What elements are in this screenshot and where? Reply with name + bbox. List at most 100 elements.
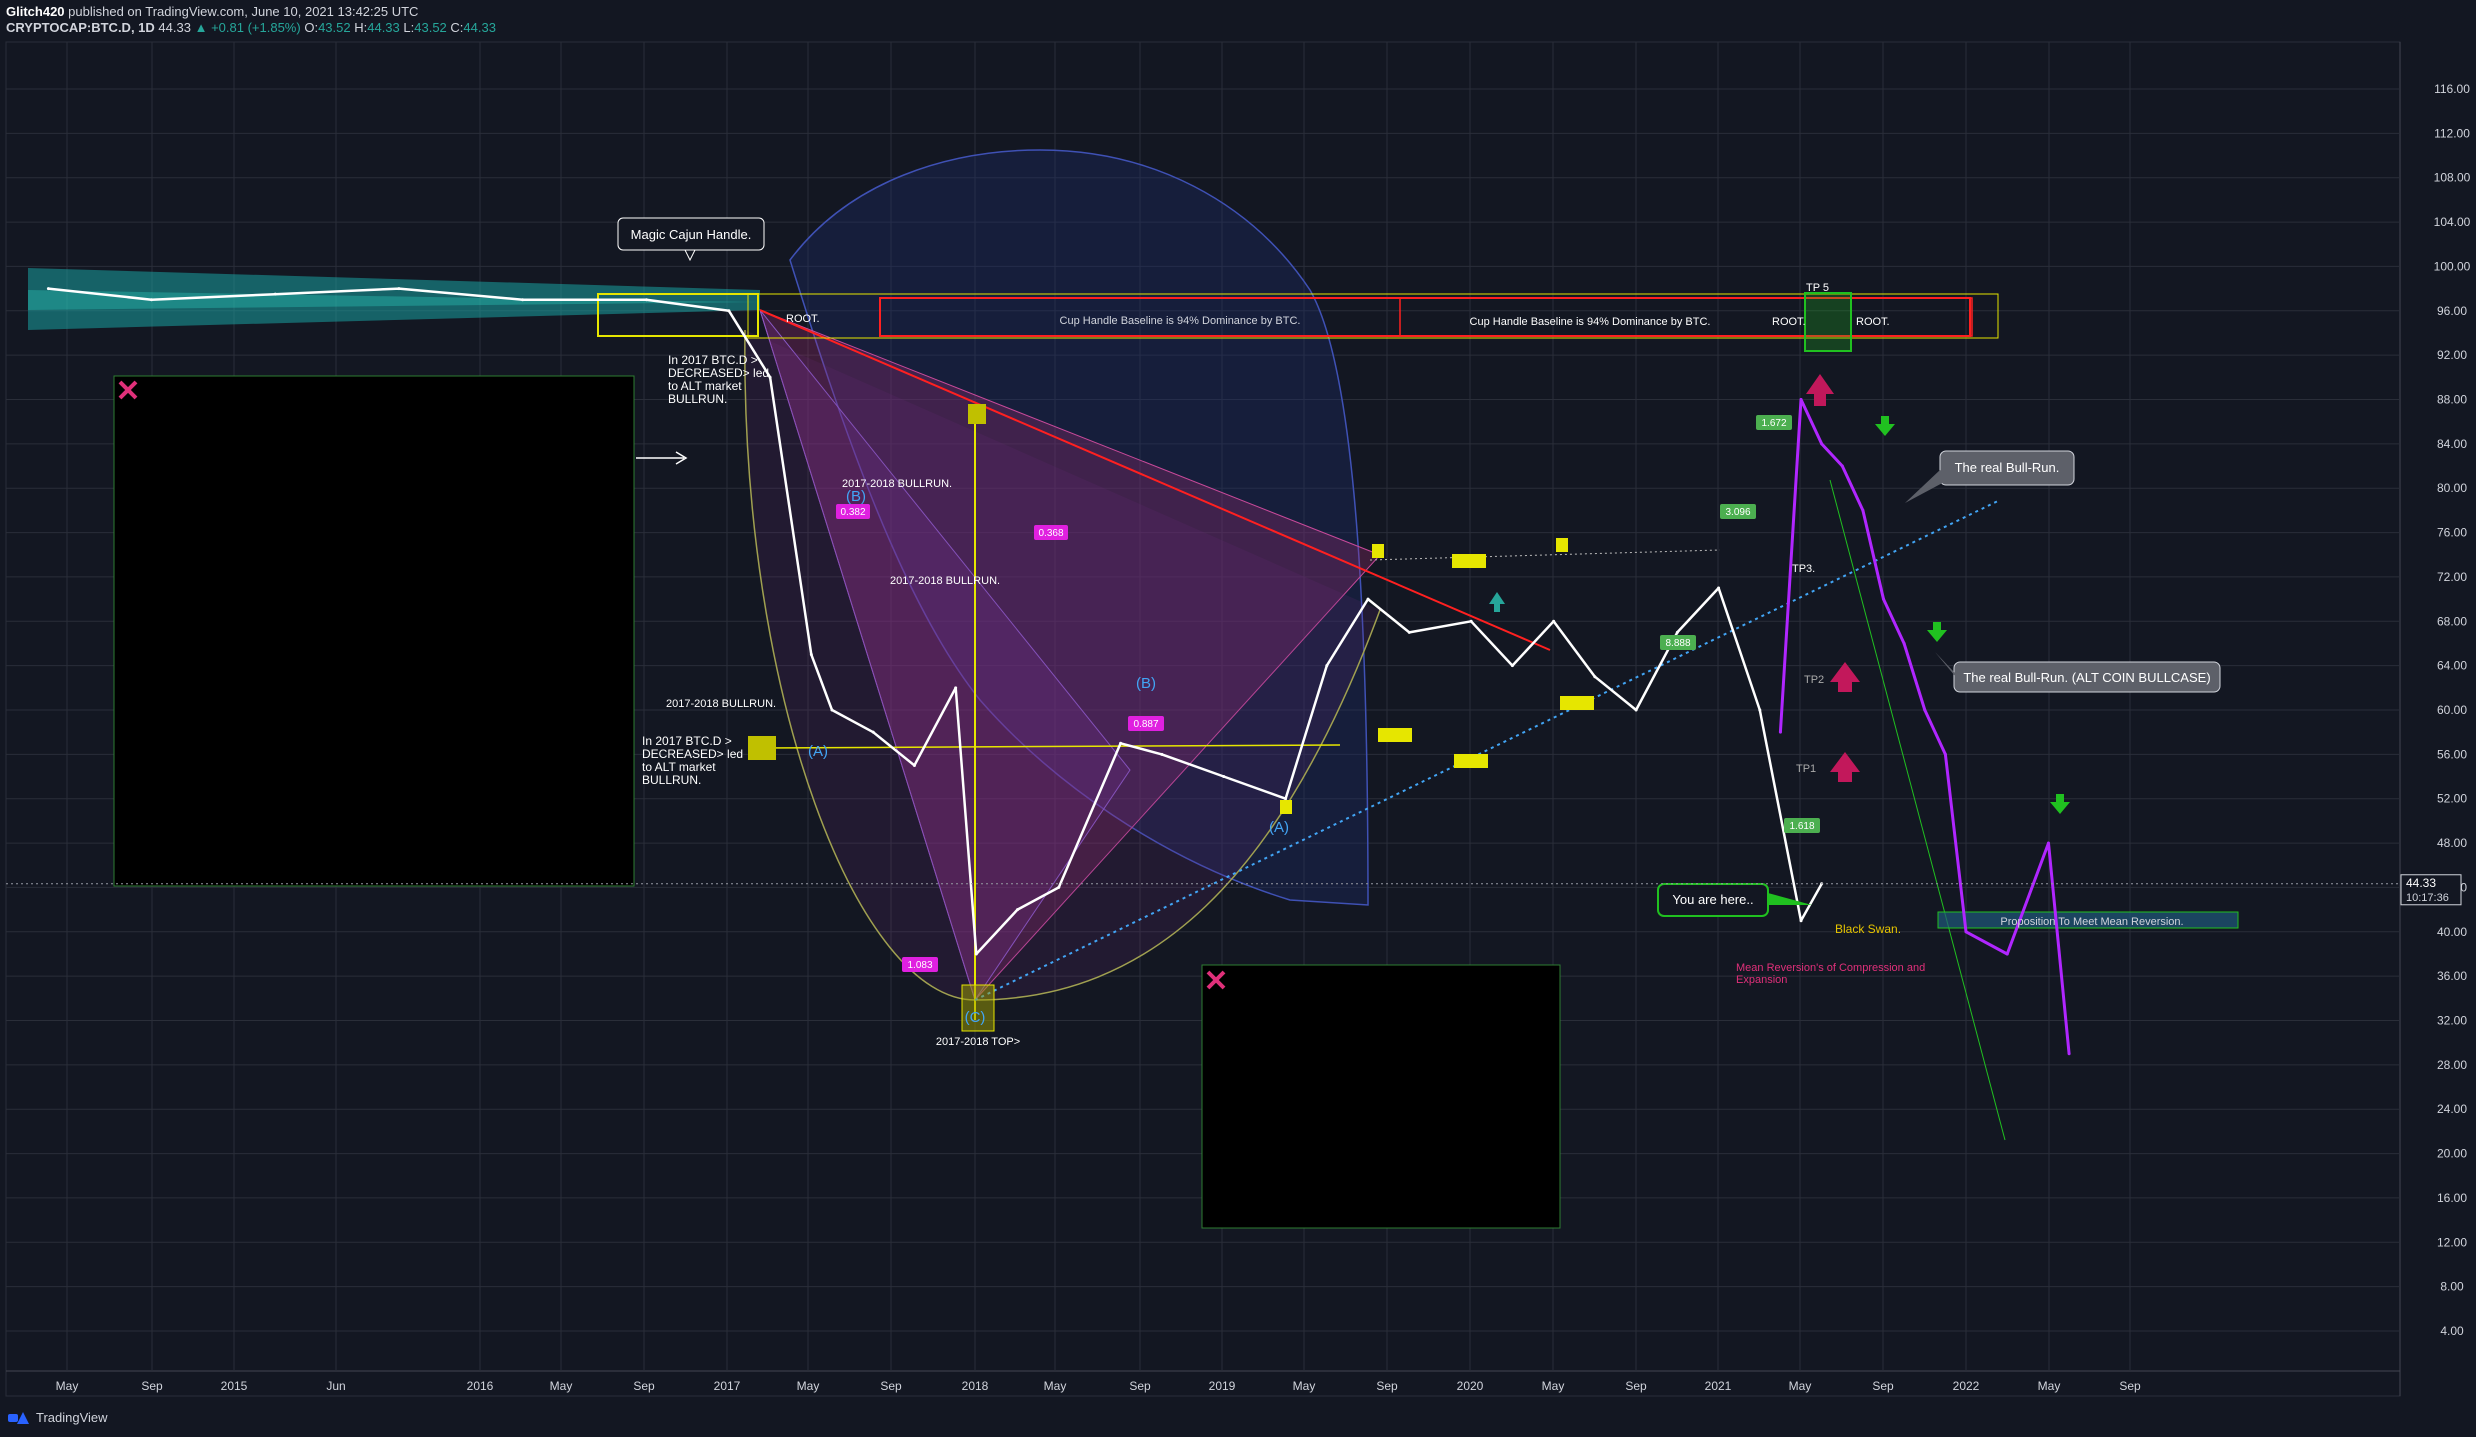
bar-countdown-label: 10:17:36 — [2406, 892, 2449, 904]
series-point — [1510, 664, 1514, 668]
top-label: 2017-2018 TOP> — [936, 1036, 1020, 1048]
time-tick-label: May — [2038, 1379, 2061, 1393]
black-swan-label: Black Swan. — [1835, 922, 1901, 936]
series-point — [809, 653, 813, 657]
series-point — [912, 763, 916, 767]
tp1-label: TP1 — [1796, 763, 1816, 775]
series-point — [644, 298, 648, 302]
cup-baseline-text-2: Cup Handle Baseline is 94% Dominance by … — [1470, 316, 1711, 328]
price-tick-label: 100.00 — [2434, 259, 2471, 273]
series-point — [1366, 597, 1370, 601]
you-are-here-text: You are here.. — [1672, 892, 1753, 907]
real-bullrun-text: The real Bull-Run. — [1955, 460, 2060, 475]
time-tick-label: 2015 — [221, 1379, 248, 1393]
price-tick-label: 96.00 — [2437, 304, 2467, 318]
tradingview-footer[interactable]: TradingView — [8, 1410, 108, 1425]
ratio-badge-1618: 1.618 — [1784, 818, 1820, 833]
price-axis[interactable]: 116.00 112.00 108.00 104.00 100.00 96.00 92.00… — [2434, 82, 2471, 1338]
price-tick-label: 40.00 — [2437, 925, 2467, 939]
price-tick-label: 76.00 — [2437, 526, 2467, 540]
series-point — [2046, 841, 2050, 845]
ratio-badge-0368: 0.368 — [1034, 525, 1068, 540]
price-tick-label: 52.00 — [2437, 792, 2467, 806]
series-point — [2005, 952, 2009, 956]
up-arrow-tp5 — [1806, 374, 1834, 406]
svg-text:0.382: 0.382 — [840, 507, 865, 518]
price-tick-label: 88.00 — [2437, 393, 2467, 407]
series-point — [1799, 919, 1803, 923]
time-tick-label: Sep — [1129, 1379, 1151, 1393]
price-tick-label: 28.00 — [2437, 1058, 2467, 1072]
price-tick-label: 92.00 — [2437, 348, 2467, 362]
series-point — [1799, 398, 1803, 401]
price-tick-label: 60.00 — [2437, 703, 2467, 717]
tradingview-logo-icon — [8, 1411, 30, 1424]
series-point — [727, 309, 731, 313]
svg-text:1.672: 1.672 — [1761, 418, 1786, 429]
price-tick-label: 8.00 — [2440, 1280, 2464, 1294]
time-tick-label: Jun — [326, 1379, 345, 1393]
price-tick-label: 116.00 — [2434, 82, 2470, 96]
series-point — [1284, 797, 1288, 801]
series-point — [871, 730, 875, 734]
price-tick-label: 16.00 — [2437, 1191, 2467, 1205]
tp5-label: TP 5 — [1806, 282, 1829, 294]
series-point — [1469, 619, 1473, 623]
price-tick-label: 24.00 — [2437, 1102, 2467, 1116]
price-tick-label: 12.00 — [2437, 1235, 2467, 1249]
series-point — [1675, 630, 1679, 634]
bullrun-label-2: 2017-2018 BULLRUN. — [890, 575, 1000, 587]
altcoin-bullcase-callout: The real Bull-Run. (ALT COIN BULLCASE) — [1935, 652, 2221, 693]
series-point — [1325, 664, 1329, 668]
wave-b-label-1: (B) — [846, 488, 866, 505]
time-tick-label: May — [1542, 1379, 1565, 1393]
up-arrow-tp2 — [1830, 662, 1860, 692]
ratio-badge-1672: 1.672 — [1756, 415, 1792, 430]
yellow-marker-5 — [1454, 754, 1488, 768]
series-point — [273, 292, 277, 296]
svg-text:3.096: 3.096 — [1725, 507, 1750, 518]
magic-handle-callout: Magic Cajun Handle. — [617, 217, 765, 262]
svg-text:0.368: 0.368 — [1038, 528, 1063, 539]
yellow-marker-2 — [1556, 538, 1568, 552]
price-tick-label: 48.00 — [2437, 836, 2467, 850]
series-point — [1222, 775, 1226, 779]
svg-text:1.618: 1.618 — [1789, 821, 1814, 832]
yellow-marker-6 — [1560, 696, 1594, 710]
green-projection-line — [1829, 479, 2006, 1141]
series-point — [1882, 597, 1886, 601]
price-tick-label: 32.00 — [2437, 1014, 2467, 1028]
series-point — [1119, 741, 1123, 745]
price-tick-label: 4.00 — [2440, 1324, 2464, 1338]
series-point — [1593, 675, 1597, 679]
bullrun-label-3: 2017-2018 BULLRUN. — [666, 698, 776, 710]
time-axis[interactable]: May Sep 2015 Jun 2016 May Sep 2017 May Sep 2018 May… — [56, 1379, 2141, 1393]
ratio-badge-1083: 1.083 — [902, 957, 938, 972]
down-arrow-1 — [1875, 416, 1895, 436]
series-point — [954, 686, 958, 690]
price-tick-label: 104.00 — [2434, 215, 2471, 229]
yellow-marker-3 — [1452, 554, 1486, 568]
time-tick-label: May — [1044, 1379, 1067, 1393]
svg-text:0.887: 0.887 — [1133, 719, 1158, 730]
up-arrow-teal — [1489, 592, 1505, 612]
price-chart[interactable]: 116.00 112.00 108.00 104.00 100.00 96.00 92.00… — [0, 0, 2476, 1437]
price-tick-label: 20.00 — [2437, 1147, 2467, 1161]
price-tick-label: 64.00 — [2437, 659, 2467, 673]
wave-a-label-1: (A) — [808, 743, 828, 760]
drawing-layer — [28, 149, 2239, 1229]
tradingview-brand: TradingView — [36, 1410, 108, 1425]
wave-c-label: (C) — [965, 1009, 986, 1026]
series-point — [1407, 630, 1411, 634]
price-tick-label: 68.00 — [2437, 614, 2467, 628]
yellow-marker-1 — [1372, 544, 1384, 558]
time-tick-label: 2016 — [467, 1379, 494, 1393]
series-point — [1902, 641, 1906, 645]
series-point — [1820, 442, 1824, 446]
yellow-marker-7 — [1280, 800, 1292, 814]
yellow-marker-8 — [968, 404, 986, 424]
series-point — [1943, 752, 1947, 756]
btcd-note-1: In 2017 BTC.D > DECREASED> led to ALT ma… — [668, 354, 770, 406]
time-tick-label: 2022 — [1953, 1379, 1980, 1393]
down-arrow-2 — [1927, 622, 1947, 642]
